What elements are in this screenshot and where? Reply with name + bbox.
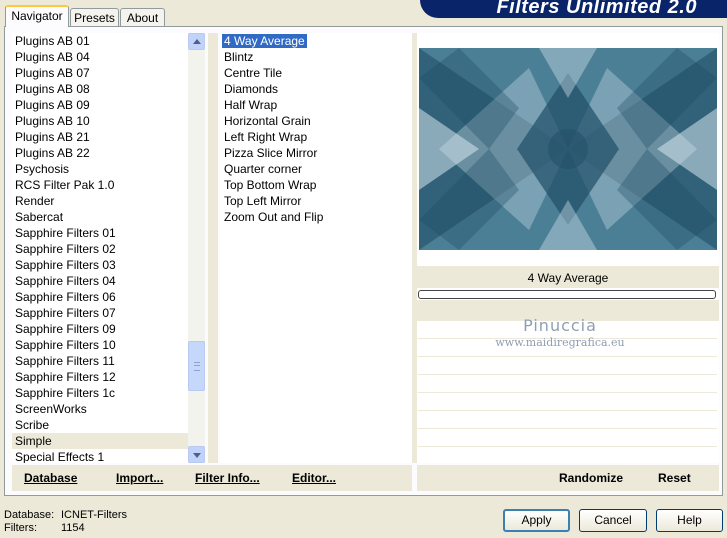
progress-bar xyxy=(418,290,716,299)
category-item[interactable]: Sapphire Filters 01 xyxy=(12,225,188,241)
tab-navigator[interactable]: Navigator xyxy=(5,5,69,27)
category-item[interactable]: Render xyxy=(12,193,188,209)
category-item[interactable]: Plugins AB 04 xyxy=(12,49,188,65)
banner-title: Filters Unlimited 2.0 xyxy=(496,0,697,18)
category-item[interactable]: RCS Filter Pak 1.0 xyxy=(12,177,188,193)
slider-row-divider xyxy=(418,374,717,375)
category-item[interactable]: Plugins AB 01 xyxy=(12,33,188,49)
category-scrollbar[interactable] xyxy=(188,33,205,463)
category-item[interactable]: Plugins AB 07 xyxy=(12,65,188,81)
editor-button[interactable]: Editor... xyxy=(292,465,336,491)
category-item[interactable]: Plugins AB 22 xyxy=(12,145,188,161)
tab-about[interactable]: About xyxy=(120,8,165,26)
filter-item[interactable]: Centre Tile xyxy=(222,65,412,81)
filter-info-button-label: Filter Info... xyxy=(195,471,260,485)
category-item[interactable]: Plugins AB 08 xyxy=(12,81,188,97)
preview-kaleidoscope xyxy=(419,48,717,250)
database-status-value: ICNET-Filters xyxy=(61,509,127,521)
category-item[interactable]: Sapphire Filters 02 xyxy=(12,241,188,257)
filter-item-label: Pizza Slice Mirror xyxy=(224,146,318,160)
preview-image xyxy=(419,48,717,250)
reset-button[interactable]: Reset xyxy=(658,465,691,491)
category-item[interactable]: ScreenWorks xyxy=(12,401,188,417)
filters-count-value: 1154 xyxy=(61,522,85,534)
category-item[interactable]: Sapphire Filters 1c xyxy=(12,385,188,401)
filter-item[interactable]: Half Wrap xyxy=(222,97,412,113)
category-item[interactable]: Psychosis xyxy=(12,161,188,177)
category-item[interactable]: Sabercat xyxy=(12,209,188,225)
filter-item[interactable]: Horizontal Grain xyxy=(222,113,412,129)
category-item[interactable]: Sapphire Filters 09 xyxy=(12,321,188,337)
filter-list[interactable]: 4 Way Average Blintz Centre Tile Diamonds Ha… xyxy=(220,33,412,463)
slider-row-divider xyxy=(418,356,717,357)
slider-row-divider xyxy=(418,446,717,447)
apply-button[interactable]: Apply xyxy=(503,509,570,532)
filter-item-label: Centre Tile xyxy=(224,66,283,80)
scroll-thumb[interactable] xyxy=(188,341,205,391)
filter-item-label: Horizontal Grain xyxy=(224,114,311,128)
list-separator xyxy=(208,33,218,463)
slider-row-divider xyxy=(418,428,717,429)
category-list[interactable]: Plugins AB 01 Plugins AB 04 Plugins AB 07 P… xyxy=(12,33,188,463)
watermark-url: www.maidiregrafica.eu xyxy=(495,336,625,349)
filter-item-label: Left Right Wrap xyxy=(224,130,308,144)
filter-item-label: Zoom Out and Flip xyxy=(224,210,324,224)
filter-item[interactable]: Blintz xyxy=(222,49,412,65)
help-button[interactable]: Help xyxy=(656,509,723,532)
category-item[interactable]: Plugins AB 21 xyxy=(12,129,188,145)
filter-item-label: Half Wrap xyxy=(224,98,278,112)
category-item[interactable]: Simple xyxy=(12,433,188,449)
scroll-down-button[interactable] xyxy=(188,446,205,463)
category-item[interactable]: Sapphire Filters 12 xyxy=(12,369,188,385)
filter-item[interactable]: Top Left Mirror xyxy=(222,193,412,209)
right-toolbar: Randomize Reset xyxy=(417,465,719,491)
import-button[interactable]: Import... xyxy=(116,465,163,491)
filter-item[interactable]: Pizza Slice Mirror xyxy=(222,145,412,161)
filter-info-button[interactable]: Filter Info... xyxy=(195,465,260,491)
filter-item[interactable]: 4 Way Average xyxy=(222,33,412,49)
scroll-up-button[interactable] xyxy=(188,33,205,50)
filter-item-label: Top Bottom Wrap xyxy=(224,178,317,192)
filter-item[interactable]: Diamonds xyxy=(222,81,412,97)
filter-item[interactable]: Left Right Wrap xyxy=(222,129,412,145)
category-item[interactable]: Sapphire Filters 10 xyxy=(12,337,188,353)
database-button[interactable]: Database xyxy=(24,465,77,491)
filters-count-label: Filters: xyxy=(4,522,37,534)
filter-item-label: Quarter corner xyxy=(224,162,303,176)
database-button-label: Database xyxy=(24,471,78,485)
title-banner: Filters Unlimited 2.0 xyxy=(420,0,727,18)
category-item[interactable]: Plugins AB 09 xyxy=(12,97,188,113)
category-item[interactable]: Sapphire Filters 11 xyxy=(12,353,188,369)
filter-item[interactable]: Top Bottom Wrap xyxy=(222,177,412,193)
left-toolbar: Database Import... Filter Info... Editor… xyxy=(12,465,412,491)
category-item[interactable]: Sapphire Filters 06 xyxy=(12,289,188,305)
filter-item[interactable]: Quarter corner xyxy=(222,161,412,177)
category-item[interactable]: Plugins AB 10 xyxy=(12,113,188,129)
filter-item-label: Blintz xyxy=(224,50,254,64)
randomize-button[interactable]: Randomize xyxy=(559,465,623,491)
kaleidoscope-center xyxy=(548,129,588,169)
slider-row-divider xyxy=(418,392,717,393)
watermark-name: Pinuccia xyxy=(523,316,597,335)
filter-item[interactable]: Zoom Out and Flip xyxy=(222,209,412,225)
category-item[interactable]: Special Effects 1 xyxy=(12,449,188,463)
category-item[interactable]: Scribe xyxy=(12,417,188,433)
filter-name-label: 4 Way Average xyxy=(527,271,609,285)
import-button-label: Import... xyxy=(116,471,164,485)
database-status-label: Database: xyxy=(4,509,55,521)
filter-item-label: Diamonds xyxy=(224,82,279,96)
category-item[interactable]: Sapphire Filters 04 xyxy=(12,273,188,289)
cancel-button[interactable]: Cancel xyxy=(579,509,647,532)
editor-button-label: Editor... xyxy=(292,471,337,485)
filter-item-label: 4 Way Average xyxy=(222,34,307,48)
slider-row-divider xyxy=(418,410,717,411)
category-item[interactable]: Sapphire Filters 07 xyxy=(12,305,188,321)
filter-item-label: Top Left Mirror xyxy=(224,194,302,208)
tab-presets[interactable]: Presets xyxy=(70,8,119,26)
category-item[interactable]: Sapphire Filters 03 xyxy=(12,257,188,273)
